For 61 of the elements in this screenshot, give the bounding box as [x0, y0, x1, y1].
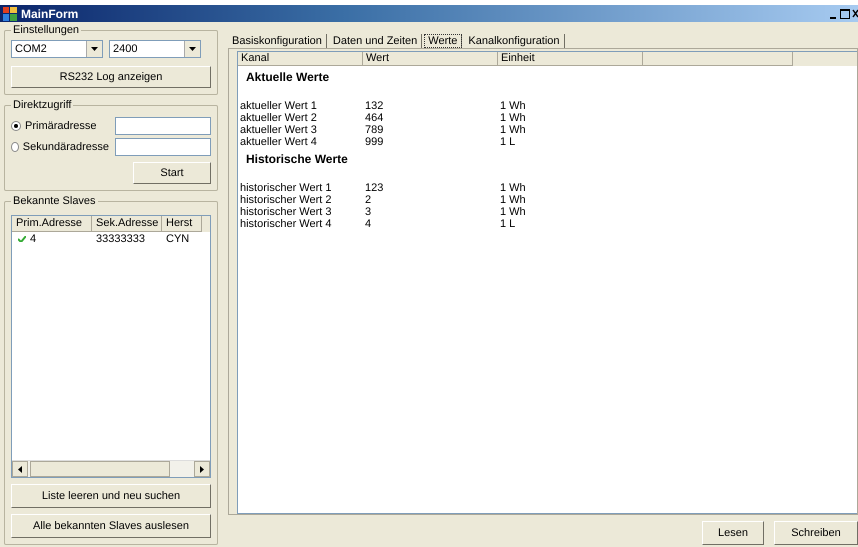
table-cell-text: historischer Wert 3	[239, 206, 332, 218]
maximize-icon[interactable]	[839, 8, 851, 20]
table-cell-text: 4	[364, 218, 372, 230]
baud-dropdown[interactable]: 2400	[109, 40, 201, 58]
table-cell-text: aktueller Wert 3	[239, 124, 318, 136]
table-cell-text: 1 Wh	[499, 124, 527, 136]
table-cell-text: 1 L	[499, 218, 516, 230]
group-header: Aktuelle Werte	[245, 69, 330, 86]
table-cell-text: historischer Wert 4	[239, 218, 332, 230]
table-cell-text: 1 L	[499, 136, 516, 148]
action-button[interactable]: Liste leeren und neu suchen	[11, 484, 211, 508]
radio-label: Primäradresse	[25, 120, 97, 132]
app-icon	[3, 6, 17, 20]
table-cell: 4	[30, 233, 36, 245]
table-cell-text: 1 Wh	[499, 112, 527, 124]
group-title: Direktzugriff	[12, 99, 72, 111]
action-button[interactable]: Lesen	[702, 521, 764, 545]
group-title: Einstellungen	[12, 24, 80, 36]
address-input-field[interactable]	[115, 117, 211, 135]
table-cell-text: aktueller Wert 2	[239, 112, 318, 124]
close-icon[interactable]	[852, 8, 858, 20]
start-button[interactable]: Start	[133, 162, 211, 184]
radio-button[interactable]	[11, 121, 21, 131]
scroll-right-icon[interactable]	[200, 466, 204, 472]
action-button[interactable]: Schreiben	[774, 521, 858, 545]
column-header[interactable]: Wert	[363, 52, 498, 66]
column-header[interactable]: Sek.Adresse	[92, 216, 162, 232]
log-button[interactable]: RS232 Log anzeigen	[11, 66, 211, 88]
table-cell-text: 464	[364, 112, 384, 124]
column-header[interactable]: Kanal	[238, 52, 363, 66]
table-cell-text: aktueller Wert 1	[239, 100, 318, 112]
table-cell-text: historischer Wert 2	[239, 194, 332, 206]
radio-label: Sekundäradresse	[22, 141, 109, 153]
table-cell-text: 33333333	[95, 233, 146, 245]
port-dropdown[interactable]: COM2	[11, 40, 103, 58]
table-cell-text: 3	[364, 206, 372, 218]
check-icon	[18, 236, 26, 242]
table-cell-text: 1 Wh	[499, 194, 527, 206]
table-cell-text: aktueller Wert 4	[239, 136, 318, 148]
table-cell-text: historischer Wert 1	[239, 182, 332, 194]
table-cell-text: CYN	[165, 233, 190, 245]
table-cell-text: 1 Wh	[499, 206, 527, 218]
table-cell-text: 789	[364, 124, 384, 136]
window-title: MainForm	[21, 6, 80, 20]
action-button[interactable]: Alle bekannten Slaves auslesen	[11, 514, 211, 538]
column-header[interactable]: Einheit	[498, 52, 643, 66]
table-cell-text: 1 Wh	[499, 100, 527, 112]
horizontal-scrollbar[interactable]	[12, 460, 210, 477]
column-header[interactable]: Prim.Adresse	[12, 216, 92, 232]
table-cell-text: 123	[364, 182, 384, 194]
column-header[interactable]: Herst	[162, 216, 202, 232]
table-cell-text: 2	[364, 194, 372, 206]
radio-button[interactable]	[11, 142, 19, 152]
scroll-left-icon[interactable]	[18, 466, 22, 472]
table-cell-text: 132	[364, 100, 384, 112]
group-title: Bekannte Slaves	[12, 195, 97, 207]
group-header: Historische Werte	[245, 151, 349, 168]
table-cell-text: 1 Wh	[499, 182, 527, 194]
slave-list[interactable]: Prim.Adresse Sek.Adresse Herst 4 33333333 CYN	[11, 215, 211, 478]
table-cell-text: 999	[364, 136, 384, 148]
address-input-field[interactable]	[115, 138, 211, 156]
